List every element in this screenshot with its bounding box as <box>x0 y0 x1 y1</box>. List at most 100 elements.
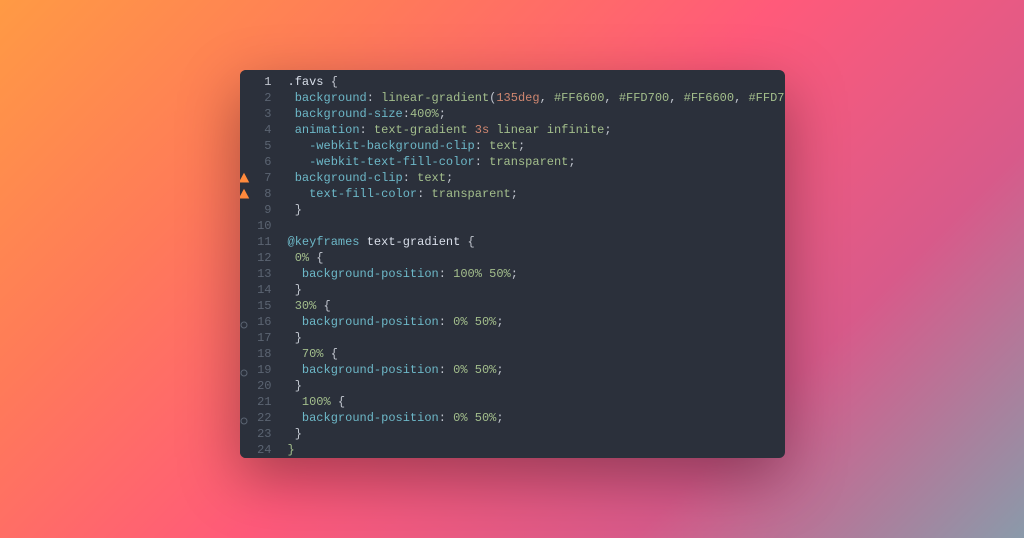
gutter-line: 1 <box>240 74 274 90</box>
code-token: 400% <box>410 107 439 121</box>
line-number: 3 <box>264 107 273 121</box>
code-token: ; <box>568 155 575 169</box>
code-line[interactable]: -webkit-text-fill-color: transparent; <box>288 154 785 170</box>
code-token: background-clip <box>295 171 403 185</box>
code-token <box>288 123 295 137</box>
code-token <box>288 155 310 169</box>
code-token: 100% <box>302 395 331 409</box>
line-number: 9 <box>264 203 273 217</box>
code-token: background-size <box>295 107 403 121</box>
code-line[interactable]: background: linear-gradient(135deg, #FF6… <box>288 90 785 106</box>
code-token: { <box>324 347 338 361</box>
code-token: , <box>604 91 618 105</box>
code-token: ; <box>496 315 503 329</box>
code-token: ; <box>439 107 446 121</box>
info-icon <box>240 366 248 374</box>
code-line[interactable]: @keyframes text-gradient { <box>288 234 785 250</box>
gutter-line: 24 <box>240 442 274 458</box>
code-line[interactable]: background-position: 0% 50%; <box>288 314 785 330</box>
gutter-line: 3 <box>240 106 274 122</box>
code-token: : <box>367 91 381 105</box>
code-line[interactable]: text-fill-color: transparent; <box>288 186 785 202</box>
code-token: 70% <box>302 347 324 361</box>
code-token <box>288 171 295 185</box>
code-line[interactable]: background-size:400%; <box>288 106 785 122</box>
info-icon <box>240 414 248 422</box>
code-line[interactable]: background-position: 100% 50%; <box>288 266 785 282</box>
code-line[interactable]: .favs { <box>288 74 785 90</box>
line-number: 2 <box>264 91 273 105</box>
code-content[interactable]: .favs { background: linear-gradient(135d… <box>280 70 785 458</box>
code-token: -webkit-background-clip <box>309 139 475 153</box>
code-line[interactable] <box>288 218 785 234</box>
code-token <box>288 251 295 265</box>
code-token: { <box>324 75 338 89</box>
code-token: : <box>439 315 453 329</box>
code-token <box>288 315 302 329</box>
gutter-line: 7 <box>240 170 274 186</box>
code-token: : <box>439 363 453 377</box>
code-token: ; <box>496 411 503 425</box>
code-line[interactable]: background-position: 0% 50%; <box>288 362 785 378</box>
code-line[interactable]: } <box>288 282 785 298</box>
code-token: background <box>295 91 367 105</box>
code-line[interactable]: 0% { <box>288 250 785 266</box>
line-number: 23 <box>257 427 273 441</box>
gutter-line: 12 <box>240 250 274 266</box>
code-token: { <box>309 251 323 265</box>
gutter-line: 5 <box>240 138 274 154</box>
code-token: ; <box>511 187 518 201</box>
code-line[interactable]: 30% { <box>288 298 785 314</box>
code-token <box>288 395 302 409</box>
code-line[interactable]: 100% { <box>288 394 785 410</box>
gutter-line: 8 <box>240 186 274 202</box>
gutter-line: 10 <box>240 218 274 234</box>
code-token: background-position <box>302 315 439 329</box>
code-token: 0% 50% <box>453 363 496 377</box>
code-token: } <box>288 443 295 457</box>
code-token <box>288 411 302 425</box>
code-editor[interactable]: 123456789101112131415161718192021222324 … <box>240 70 785 458</box>
code-token: : <box>439 411 453 425</box>
code-token: : <box>403 107 410 121</box>
code-token: .favs <box>288 75 324 89</box>
gutter-line: 4 <box>240 122 274 138</box>
code-token <box>288 267 302 281</box>
code-token: animation <box>295 123 360 137</box>
code-token: transparent <box>432 187 511 201</box>
line-number: 21 <box>257 395 273 409</box>
gutter-line: 18 <box>240 346 274 362</box>
code-line[interactable]: background-position: 0% 50%; <box>288 410 785 426</box>
code-token: : <box>417 187 431 201</box>
warning-icon <box>240 188 250 200</box>
code-line[interactable]: 70% { <box>288 346 785 362</box>
code-area: 123456789101112131415161718192021222324 … <box>240 70 785 458</box>
code-line[interactable]: animation: text-gradient 3s linear infin… <box>288 122 785 138</box>
code-token: #FFD700 <box>619 91 669 105</box>
code-line[interactable]: } <box>288 426 785 442</box>
code-line[interactable]: } <box>288 202 785 218</box>
code-token: background-position <box>302 363 439 377</box>
code-token <box>288 347 302 361</box>
gutter-line: 6 <box>240 154 274 170</box>
code-line[interactable]: } <box>288 442 785 458</box>
code-token <box>288 139 310 153</box>
code-token: } <box>288 379 302 393</box>
gutter-line: 9 <box>240 202 274 218</box>
code-token: 3s <box>475 123 489 137</box>
code-token: #FF6600 <box>684 91 734 105</box>
line-number: 12 <box>257 251 273 265</box>
code-token: , <box>734 91 748 105</box>
line-number: 8 <box>264 187 273 201</box>
code-line[interactable]: } <box>288 378 785 394</box>
code-line[interactable]: } <box>288 330 785 346</box>
code-line[interactable]: -webkit-background-clip: text; <box>288 138 785 154</box>
code-token: ; <box>446 171 453 185</box>
code-token: transparent <box>489 155 568 169</box>
code-token: ; <box>496 363 503 377</box>
code-token <box>360 235 367 249</box>
line-number: 17 <box>257 331 273 345</box>
code-line[interactable]: background-clip: text; <box>288 170 785 186</box>
code-token: deg <box>518 91 540 105</box>
code-token: 0% <box>295 251 309 265</box>
